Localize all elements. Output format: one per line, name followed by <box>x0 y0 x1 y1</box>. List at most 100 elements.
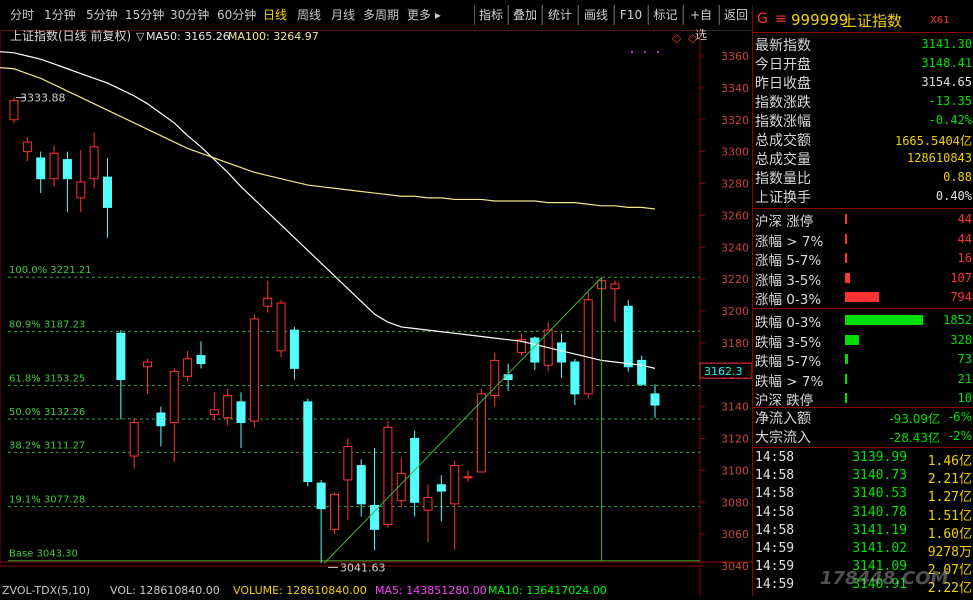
tick-time: 14:59 <box>755 577 795 593</box>
breadth-bar <box>845 292 879 303</box>
tick-time: 14:58 <box>755 468 795 484</box>
breadth-label: 涨幅 > 7% <box>755 233 824 250</box>
breadth-row: 沪深 涨停 44 <box>753 210 973 230</box>
candle-body <box>356 465 366 505</box>
tick-price: 3140.78 <box>852 504 907 520</box>
tick-time: 14:58 <box>755 450 795 465</box>
stat-label: 指数量比 <box>755 171 811 187</box>
breadth-row: 涨幅 3-5% 107 <box>753 269 973 289</box>
period-tab[interactable]: 60分钟 <box>217 0 256 30</box>
candle-body <box>196 355 206 365</box>
breadth-value: 107 <box>950 270 972 285</box>
y-tick-label: 3280 <box>721 178 749 191</box>
tick-price: 3140.53 <box>852 486 907 502</box>
tick-row: 14:58 3140.53 1.27亿 <box>753 486 973 505</box>
trend-line <box>323 277 602 564</box>
y-tick-label: 3040 <box>721 560 749 573</box>
breadth-row: 涨幅 > 7% 44 <box>753 230 973 250</box>
tick-volume: 1.46亿 <box>927 454 972 469</box>
period-tab[interactable]: 5分钟 <box>86 0 118 30</box>
stat-value: 3141.30 <box>921 37 972 51</box>
volume-value: VOL: 128610840.00 <box>110 584 220 596</box>
breadth-value: 794 <box>950 290 972 305</box>
divider <box>753 447 973 448</box>
candle-body <box>209 409 219 416</box>
stat-label: 昨日收盘 <box>755 76 811 92</box>
ma100-value: MA100: 3264.97 <box>228 30 319 43</box>
index-name: 上证指数 <box>842 12 903 30</box>
tick-row: 14:59 3141.02 9278万 <box>753 541 973 560</box>
menu-icon[interactable]: ≡ <box>775 11 787 27</box>
toolbar-button[interactable]: 画线 <box>578 5 614 25</box>
period-tab[interactable]: 日线 <box>263 0 287 30</box>
candle-body <box>476 393 486 473</box>
period-tab[interactable]: 更多 ▸ <box>407 0 441 30</box>
stat-label: 指数涨幅 <box>755 114 811 130</box>
kline-chart[interactable]: 3360 3340 3320 3300 3280 3260 3240 3220 3200 3180… <box>0 28 753 597</box>
tick-price: 3141.02 <box>852 541 907 556</box>
stat-label: 最新指数 <box>755 38 811 54</box>
tick-volume: 2.21亿 <box>927 472 972 488</box>
stat-value: 3154.65 <box>921 75 972 89</box>
tick-time: 14:59 <box>755 559 795 575</box>
breadth-bar <box>845 315 923 325</box>
toolbar-button[interactable]: 标记 <box>648 5 683 25</box>
toolbar-button[interactable]: 返回 <box>719 5 753 25</box>
y-tick-label: 3140 <box>721 401 749 414</box>
y-tick-label: 3100 <box>721 464 749 477</box>
breadth-label: 沪深 涨停 <box>755 214 814 230</box>
stat-label: 今日开盘 <box>755 57 811 73</box>
toolbar-button[interactable]: 统计 <box>542 5 578 25</box>
breadth-row: 涨幅 0-3% 794 <box>753 288 973 310</box>
flow-pct: -2% <box>948 429 972 443</box>
stat-row: 总成交量 128610843 <box>753 149 973 168</box>
stat-label: 指数涨跌 <box>755 95 811 111</box>
candle-body <box>289 329 299 369</box>
breadth-label: 跌幅 5-7% <box>755 354 822 371</box>
fib-label: 100.0% 3221.21 <box>9 265 92 276</box>
candle-body <box>169 371 179 424</box>
candle-body <box>316 482 326 510</box>
breadth-bar <box>845 233 847 244</box>
watermark: 178448.COM <box>820 568 949 589</box>
period-tab[interactable]: 分时 <box>10 0 34 30</box>
candle-body <box>89 146 99 180</box>
period-tab[interactable]: 30分钟 <box>170 0 209 30</box>
toolbar-button[interactable]: 指标 <box>474 5 508 25</box>
dot-marker <box>631 51 633 53</box>
candle-body <box>610 283 620 290</box>
stat-row: 最新指数 3141.30 <box>753 35 973 54</box>
market-tag[interactable]: X61 <box>930 15 950 26</box>
candle-body <box>637 359 647 385</box>
breadth-bar <box>845 354 848 365</box>
period-tab[interactable]: 月线 <box>331 0 355 30</box>
breadth-row: 跌幅 0-3% 1852 <box>753 311 973 331</box>
period-tab[interactable]: 1分钟 <box>44 0 76 30</box>
period-tab[interactable]: 周线 <box>297 0 321 30</box>
candle-body <box>583 299 593 395</box>
breadth-row: 沪深 跌停 10 <box>753 389 973 409</box>
toolbar-button[interactable]: 叠加 <box>508 5 542 25</box>
tick-price: 3140.73 <box>852 468 907 484</box>
toolbar-button[interactable]: F10 <box>614 5 648 25</box>
tick-row: 14:58 3140.73 2.21亿 <box>753 468 973 488</box>
ma100-line <box>0 67 656 210</box>
period-tab[interactable]: 15分钟 <box>125 0 164 30</box>
candle-body <box>49 152 59 180</box>
flow-pct: -6% <box>948 410 972 424</box>
chart-title: 上证指数(日线 前复权) <box>10 30 131 43</box>
toolbar-button[interactable]: +自选 <box>683 5 719 42</box>
dot-marker <box>657 51 659 53</box>
candle-body <box>156 412 166 427</box>
y-tick-label: 3080 <box>721 496 749 509</box>
candle-body <box>570 361 580 395</box>
stat-value: -0.42% <box>928 113 972 127</box>
y-tick-label: 3300 <box>721 146 749 159</box>
candle-body <box>463 476 473 479</box>
period-tab[interactable]: 多周期 <box>363 0 399 30</box>
candle-body <box>383 426 393 526</box>
candle-body <box>36 157 46 180</box>
tick-price: 3141.19 <box>852 522 907 538</box>
fib-label: Base 3043.30 <box>9 549 78 560</box>
y-tick-label: 3340 <box>721 82 749 95</box>
